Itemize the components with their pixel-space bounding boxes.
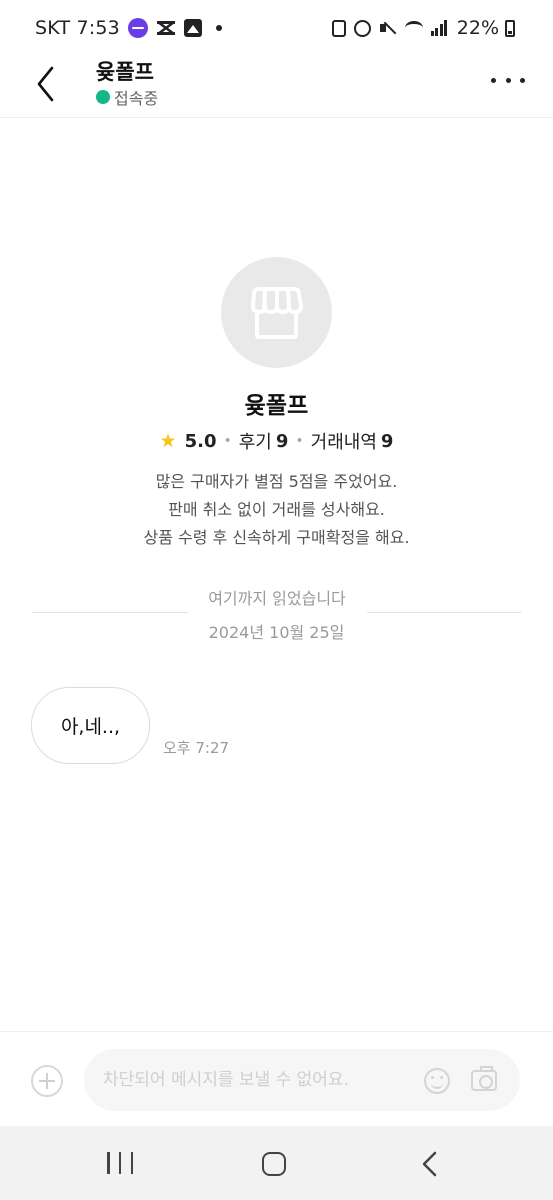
- chat-header: 윶폴프 접속중: [0, 56, 553, 118]
- battery-icon: [505, 19, 515, 37]
- gallery-icon: [183, 19, 202, 37]
- stat-separator: •: [295, 433, 304, 449]
- home-button[interactable]: [262, 1152, 286, 1176]
- back-button[interactable]: [28, 60, 64, 104]
- capcut-icon: [156, 20, 176, 36]
- camera-icon[interactable]: [471, 1066, 497, 1091]
- reviews-count: 9: [275, 430, 289, 452]
- status-left: SKT 7:53: [35, 15, 222, 41]
- badge-line: 많은 구매자가 별점 5점을 주었어요.: [155, 472, 398, 491]
- trades-label: 거래내역: [310, 432, 377, 453]
- recents-button[interactable]: [107, 1152, 133, 1174]
- reviews-label: 후기: [238, 432, 272, 453]
- read-marker-row: 여기까지 읽었습니다: [32, 585, 522, 613]
- status-right: 22%: [324, 15, 515, 41]
- carrier-time: SKT 7:53: [35, 17, 120, 39]
- more-notifications-dot: [215, 25, 222, 31]
- shop-avatar[interactable]: [221, 257, 332, 368]
- more-options-button[interactable]: [491, 68, 525, 92]
- system-nav-bar: [0, 1126, 553, 1200]
- more-horizontal-icon: [491, 77, 496, 83]
- message-input[interactable]: [84, 1049, 520, 1111]
- star-icon: ★: [159, 430, 177, 452]
- badge-line: 판매 취소 없이 거래를 성사해요.: [168, 500, 385, 519]
- message-input-bar: [0, 1031, 553, 1126]
- chevron-left-icon: [422, 1151, 437, 1177]
- app-notification-icon: [127, 18, 148, 38]
- shop-name: 윶폴프: [244, 393, 309, 419]
- alarm-icon: [353, 19, 371, 37]
- battery-percent: 22%: [456, 17, 499, 39]
- storefront-icon: [251, 287, 303, 339]
- trades-count: 9: [380, 430, 394, 452]
- shop-stats: ★ 5.0 • 후기 9 • 거래내역 9: [0, 428, 553, 454]
- wifi-icon: [404, 21, 423, 35]
- mute-icon: [379, 19, 397, 37]
- message-time: 오후 7:27: [163, 739, 230, 757]
- signal-icon: [430, 20, 449, 36]
- status-bar: SKT 7:53 22%: [0, 0, 553, 56]
- stat-separator: •: [223, 433, 232, 449]
- recents-icon: [107, 1152, 110, 1174]
- device-icon: [331, 19, 346, 37]
- divider-line: [367, 612, 522, 613]
- divider-line: [32, 612, 188, 613]
- read-marker: 여기까지 읽었습니다: [208, 589, 346, 608]
- rating-value: 5.0: [184, 430, 217, 452]
- chevron-left-icon: [37, 66, 54, 102]
- smiley-icon[interactable]: [424, 1068, 450, 1094]
- seller-badges: 많은 구매자가 별점 5점을 주었어요. 판매 취소 없이 거래를 성사해요. …: [0, 468, 553, 552]
- plus-circle-icon[interactable]: [31, 1065, 63, 1097]
- message-bubble[interactable]: 아,네..,: [31, 687, 150, 764]
- online-status-label: 접속중: [114, 89, 159, 108]
- chat-title: 윶폴프: [96, 60, 154, 84]
- badge-line: 상품 수령 후 신속하게 구매확정을 해요.: [143, 528, 410, 547]
- online-dot-icon: [96, 90, 110, 104]
- online-status: 접속중: [96, 85, 158, 109]
- system-back-button[interactable]: [420, 1151, 440, 1177]
- date-separator: 2024년 10월 25일: [208, 623, 345, 642]
